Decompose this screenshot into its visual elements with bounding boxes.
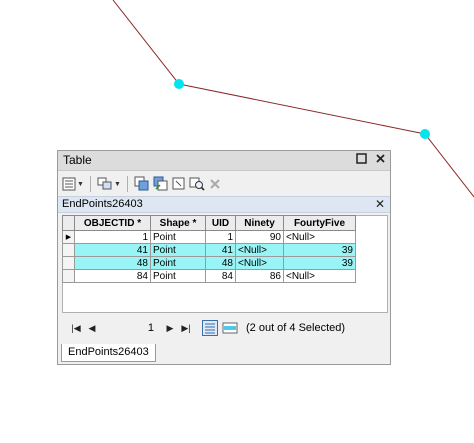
column-header-ninety[interactable]: Ninety [235,215,284,231]
related-tables-icon [97,177,112,190]
delete-selected-button[interactable] [208,175,222,193]
cell-fourtyfive[interactable]: 39 [283,243,356,257]
bottom-table-tab[interactable]: EndPoints26403 [61,344,156,362]
window-titlebar[interactable]: Table [58,151,390,171]
selected-point-feature [420,129,430,139]
zoom-to-selected-button[interactable] [189,175,205,193]
current-record-field[interactable]: 1 [104,320,158,336]
row-header-corner [62,215,75,231]
related-tables-button[interactable]: ▼ [97,175,121,193]
cell-objectid[interactable]: 48 [74,256,151,270]
cell-ninety[interactable]: 90 [235,230,284,244]
column-header-fourtyfive[interactable]: FourtyFive [283,215,356,231]
window-title: Table [63,153,92,167]
cell-objectid[interactable]: 41 [74,243,151,257]
table-row[interactable]: 48 Point 48 <Null> 39 [62,256,356,270]
table-options-icon [62,177,76,191]
dropdown-arrow-icon: ▼ [113,180,121,188]
cell-ninety[interactable]: 86 [235,269,284,283]
cell-uid[interactable]: 41 [205,243,236,257]
cell-uid[interactable]: 84 [205,269,236,283]
show-all-records-icon[interactable] [202,320,218,336]
cell-uid[interactable]: 48 [205,256,236,270]
cell-ninety[interactable]: <Null> [235,256,284,270]
selection-status: (2 out of 4 Selected) [246,322,346,334]
column-header-shape[interactable]: Shape * [150,215,206,231]
cell-objectid[interactable]: 84 [74,269,151,283]
cell-fourtyfive[interactable]: <Null> [283,230,356,244]
next-record-icon[interactable]: ▶ [162,323,178,334]
clear-selection-icon [172,177,185,190]
clear-selection-button[interactable] [172,175,186,193]
column-header-uid[interactable]: UID [205,215,236,231]
cell-fourtyfive[interactable]: 39 [283,256,356,270]
column-header-objectid[interactable]: OBJECTID * [74,215,151,231]
record-navigation-bar: |◀ ◀ 1 ▶ ▶| (2 out of 4 Selected) [62,314,388,342]
table-window: Table ▼ ▼ EndPoints26403 ✕ OBJECTID * Sh… [57,150,391,365]
table-toolbar: ▼ ▼ [58,172,390,196]
switch-selection-icon [153,176,168,191]
previous-record-icon[interactable]: ◀ [84,323,100,334]
table-options-button[interactable]: ▼ [62,175,84,193]
row-selector[interactable] [62,256,75,270]
table-row[interactable]: 41 Point 41 <Null> 39 [62,243,356,257]
delete-selected-icon [210,179,220,189]
select-by-attributes-button[interactable] [134,175,150,193]
selected-point-feature [174,79,184,89]
select-by-attributes-icon [134,176,149,191]
first-record-icon[interactable]: |◀ [68,323,84,334]
row-selector[interactable] [62,269,75,283]
cell-shape[interactable]: Point [150,243,206,257]
table-row[interactable]: 84 Point 84 86 <Null> [62,269,356,283]
row-selector[interactable] [62,243,75,257]
table-row[interactable]: ▶ 1 Point 1 90 <Null> [62,230,356,244]
tab-close-icon[interactable]: ✕ [375,197,385,211]
cell-fourtyfive[interactable]: <Null> [283,269,356,283]
cell-shape[interactable]: Point [150,269,206,283]
cell-shape[interactable]: Point [150,256,206,270]
maximize-icon[interactable] [355,153,368,166]
zoom-to-selected-icon [189,177,205,191]
switch-selection-button[interactable] [153,175,169,193]
current-row-indicator-icon[interactable]: ▶ [62,230,75,244]
dropdown-arrow-icon: ▼ [77,180,84,188]
last-record-icon[interactable]: ▶| [178,323,194,334]
close-icon[interactable] [374,153,387,166]
table-tab-header[interactable]: EndPoints26403 ✕ [58,196,390,213]
cell-shape[interactable]: Point [150,230,206,244]
table-tab-name: EndPoints26403 [62,198,143,210]
table-header-row: OBJECTID * Shape * UID Ninety FourtyFive [62,215,356,231]
cell-ninety[interactable]: <Null> [235,243,284,257]
cell-uid[interactable]: 1 [205,230,236,244]
show-selected-records-icon[interactable] [222,320,238,336]
cell-objectid[interactable]: 1 [74,230,151,244]
